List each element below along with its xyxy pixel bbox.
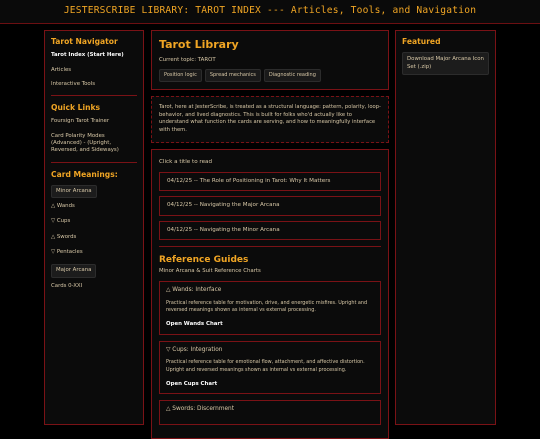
reference-subtitle: Minor Arcana & Suit Reference Charts: [159, 268, 381, 275]
open-cups-chart-link[interactable]: Open Cups Chart: [166, 381, 217, 387]
page-header: JESTERSCRIBE LIBRARY: TAROT INDEX --- Ar…: [0, 0, 540, 24]
intro-panel: Tarot, here at JesterScribe, is treated …: [151, 96, 389, 143]
left-sidebar: Tarot Navigator Tarot Index (Start Here)…: [44, 30, 144, 425]
click-instruction: Click a title to read: [159, 159, 381, 167]
nav-item-interactive-tools[interactable]: Interactive Tools: [51, 81, 137, 88]
download-icon-set-button[interactable]: Download Major Arcana Icon Set (.zip): [402, 52, 489, 75]
library-title: Tarot Library: [159, 38, 381, 53]
reference-guides-title: Reference Guides: [159, 254, 381, 266]
suit-cups[interactable]: ▽ Cups: [51, 218, 137, 225]
cups-card: ▽ Cups: Integration Practical reference …: [159, 341, 381, 395]
current-topic: Current topic: TAROT: [159, 57, 381, 64]
tag: Diagnostic reading: [264, 69, 321, 82]
featured-title: Featured: [402, 37, 489, 47]
major-arcana-pill[interactable]: Major Arcana: [51, 264, 96, 277]
card-title: ▽ Cups: Integration: [166, 347, 374, 355]
nav-item-tarot-index[interactable]: Tarot Index (Start Here): [51, 52, 137, 59]
nav-item-articles[interactable]: Articles: [51, 67, 137, 74]
quick-links-title: Quick Links: [51, 103, 137, 113]
tag: Spread mechanics: [205, 69, 261, 82]
suit-swords[interactable]: △ Swords: [51, 234, 137, 241]
swords-card: △ Swords: Discernment: [159, 400, 381, 425]
suit-pentacles[interactable]: ▽ Pentacles: [51, 249, 137, 256]
card-title: △ Wands: Interface: [166, 287, 374, 295]
main-content: Tarot Library Current topic: TAROT Posit…: [151, 30, 389, 425]
page-title: JESTERSCRIBE LIBRARY: TAROT INDEX --- Ar…: [64, 5, 476, 18]
article-link-minor-arcana[interactable]: 04/12/25 -- Navigating the Minor Arcana: [159, 221, 381, 241]
article-link-major-arcana[interactable]: 04/12/25 -- Navigating the Major Arcana: [159, 196, 381, 216]
right-sidebar: Featured Download Major Arcana Icon Set …: [395, 30, 496, 425]
divider: [51, 95, 137, 96]
article-link-positioning[interactable]: 04/12/25 -- The Role of Positioning in T…: [159, 172, 381, 192]
card-meanings-title: Card Meanings:: [51, 170, 137, 180]
card-title: △ Swords: Discernment: [166, 406, 374, 414]
quick-link-trainer[interactable]: Foursign Tarot Trainer: [51, 118, 137, 125]
articles-panel: Click a title to read 04/12/25 -- The Ro…: [151, 149, 389, 439]
quick-link-polarity[interactable]: Card Polarity Modes (Advanced) - (Uprigh…: [51, 133, 137, 155]
divider: [159, 246, 381, 247]
divider: [51, 162, 137, 163]
cards-range-link[interactable]: Cards 0-XXI: [51, 283, 137, 290]
intro-text: Tarot, here at JesterScribe, is treated …: [159, 104, 381, 135]
open-wands-chart-link[interactable]: Open Wands Chart: [166, 321, 223, 327]
minor-arcana-pill[interactable]: Minor Arcana: [51, 185, 97, 198]
card-description: Practical reference table for emotional …: [166, 359, 374, 374]
tag: Position logic: [159, 69, 202, 82]
suit-wands[interactable]: △ Wands: [51, 203, 137, 210]
card-description: Practical reference table for motivation…: [166, 300, 374, 315]
nav-title: Tarot Navigator: [51, 37, 137, 47]
wands-card: △ Wands: Interface Practical reference t…: [159, 281, 381, 335]
tag-list: Position logicSpread mechanicsDiagnostic…: [159, 69, 381, 82]
library-header-panel: Tarot Library Current topic: TAROT Posit…: [151, 30, 389, 90]
